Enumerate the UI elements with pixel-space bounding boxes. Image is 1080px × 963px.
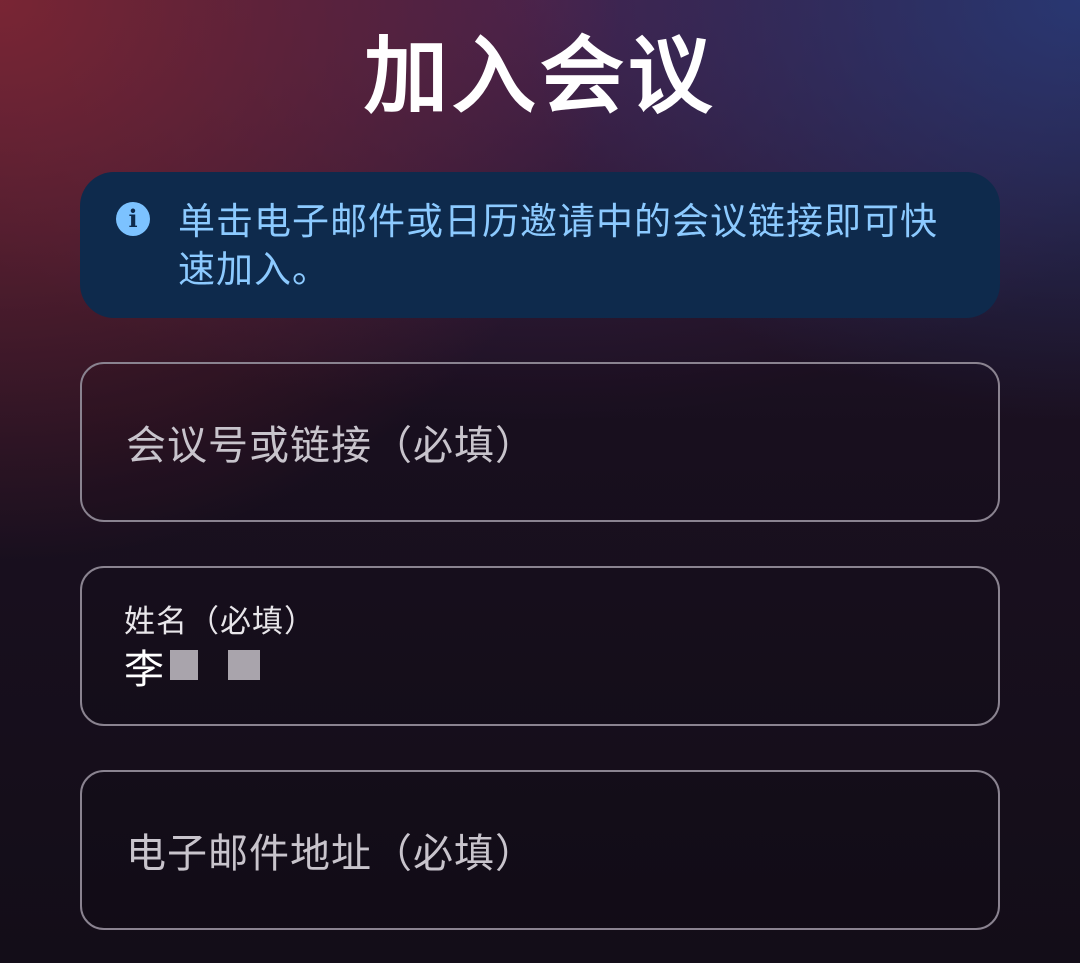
name-field[interactable]: 姓名（必填） 李 <box>80 566 1000 726</box>
info-banner-text: 单击电子邮件或日历邀请中的会议链接即可快速加入。 <box>178 200 938 291</box>
page-title: 加入会议 <box>363 27 716 125</box>
redacted-block <box>228 650 260 680</box>
redacted-block <box>170 650 198 680</box>
email-placeholder: 电子邮件地址（必填） <box>126 831 536 877</box>
name-field-value: 李 <box>124 647 164 693</box>
meeting-id-field[interactable]: 会议号或链接（必填） <box>80 362 1000 522</box>
name-field-label: 姓名（必填） <box>124 604 316 640</box>
meeting-id-placeholder: 会议号或链接（必填） <box>126 423 536 469</box>
email-field[interactable]: 电子邮件地址（必填） <box>80 770 1000 930</box>
info-icon: i <box>116 202 150 236</box>
